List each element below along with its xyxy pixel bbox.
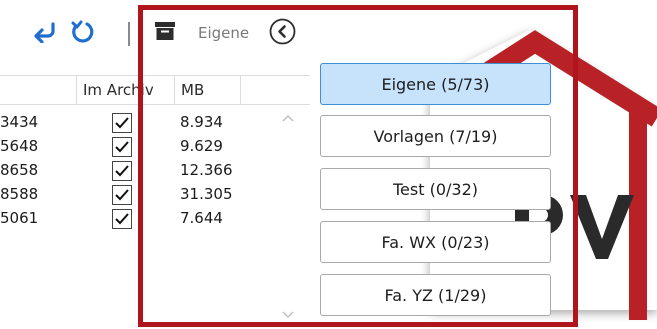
reload-icon [70,20,94,48]
archive-checkbox[interactable] [112,137,132,157]
column-header-id[interactable] [0,76,76,104]
archive-checkbox[interactable] [112,209,132,229]
archive-checkbox[interactable] [112,161,132,181]
cell-id: 8588 [0,185,39,203]
undo-icon [32,21,58,47]
checkmark-icon [115,141,129,153]
checkmark-icon [115,189,129,201]
checkmark-icon [115,213,129,225]
toolbar-separator [128,22,130,46]
cell-id: 3434 [0,113,39,131]
checkmark-icon [115,117,129,129]
archive-checkbox[interactable] [112,113,132,133]
archive-checkbox[interactable] [112,185,132,205]
cell-id: 8658 [0,161,39,179]
highlight-frame [138,5,578,327]
undo-button[interactable] [31,20,59,48]
cell-id: 5648 [0,137,39,155]
cell-id: 5061 [0,209,39,227]
checkmark-icon [115,165,129,177]
reload-button[interactable] [68,20,96,48]
